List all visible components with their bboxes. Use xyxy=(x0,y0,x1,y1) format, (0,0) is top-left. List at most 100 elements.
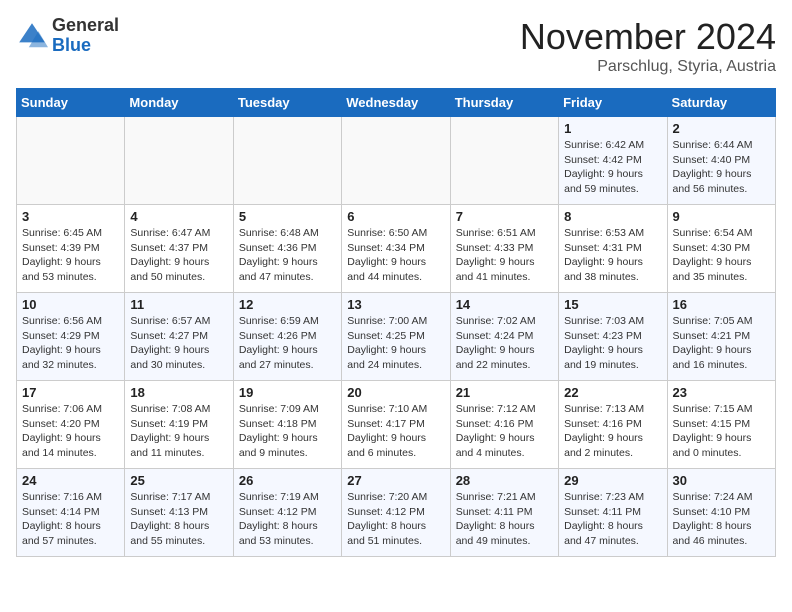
day-cell: 12Sunrise: 6:59 AMSunset: 4:26 PMDayligh… xyxy=(233,293,341,381)
logo-icon xyxy=(16,20,48,52)
day-cell xyxy=(233,117,341,205)
day-number: 22 xyxy=(564,385,661,400)
day-info: Sunrise: 6:51 AMSunset: 4:33 PMDaylight:… xyxy=(456,226,553,285)
day-cell: 15 Sunrise: 7:03 AMSunset: 4:23 PMDayligh… xyxy=(559,293,667,381)
day-cell: 25 Sunrise: 7:17 AMSunset: 4:13 PMDayligh… xyxy=(125,469,233,557)
day-number: 16 xyxy=(673,297,770,312)
day-cell: 10 Sunrise: 6:56 AMSunset: 4:29 PMDayligh… xyxy=(17,293,125,381)
day-info: Sunrise: 6:48 AMSunset: 4:36 PMDaylight:… xyxy=(239,226,336,285)
day-cell: 23Sunrise: 7:15 AMSunset: 4:15 PMDayligh… xyxy=(667,381,775,469)
logo: General Blue xyxy=(16,16,119,56)
day-info: Sunrise: 7:12 AMSunset: 4:16 PMDaylight:… xyxy=(456,402,553,461)
day-number: 2 xyxy=(673,121,770,136)
day-number: 24 xyxy=(22,473,119,488)
day-info: Sunrise: 7:15 AMSunset: 4:15 PMDaylight:… xyxy=(673,402,770,461)
day-info: Sunrise: 7:06 AMSunset: 4:20 PMDaylight:… xyxy=(22,402,119,461)
day-info: Sunrise: 7:05 AMSunset: 4:21 PMDaylight:… xyxy=(673,314,770,373)
day-info: Sunrise: 6:57 AMSunset: 4:27 PMDaylight:… xyxy=(130,314,227,373)
day-number: 27 xyxy=(347,473,444,488)
day-cell: 24 Sunrise: 7:16 AMSunset: 4:14 PMDayligh… xyxy=(17,469,125,557)
day-number: 6 xyxy=(347,209,444,224)
day-number: 10 xyxy=(22,297,119,312)
day-info: Sunrise: 7:21 AMSunset: 4:11 PMDaylight:… xyxy=(456,490,553,549)
page-header: General Blue November 2024 Parschlug, St… xyxy=(16,16,776,76)
day-cell: 30Sunrise: 7:24 AMSunset: 4:10 PMDayligh… xyxy=(667,469,775,557)
day-number: 5 xyxy=(239,209,336,224)
day-info: Sunrise: 6:42 AMSunset: 4:42 PMDaylight:… xyxy=(564,138,661,197)
day-number: 28 xyxy=(456,473,553,488)
day-info: Sunrise: 7:02 AMSunset: 4:24 PMDaylight:… xyxy=(456,314,553,373)
day-info: Sunrise: 7:19 AMSunset: 4:12 PMDaylight:… xyxy=(239,490,336,549)
day-info: Sunrise: 7:08 AMSunset: 4:19 PMDaylight:… xyxy=(130,402,227,461)
month-title: November 2024 xyxy=(520,16,776,58)
day-info: Sunrise: 7:20 AMSunset: 4:12 PMDaylight:… xyxy=(347,490,444,549)
location-title: Parschlug, Styria, Austria xyxy=(520,58,776,76)
logo-general-text: General xyxy=(52,16,119,36)
week-row-5: 24 Sunrise: 7:16 AMSunset: 4:14 PMDayligh… xyxy=(17,469,776,557)
day-number: 26 xyxy=(239,473,336,488)
day-cell xyxy=(17,117,125,205)
day-number: 15 xyxy=(564,297,661,312)
day-number: 13 xyxy=(347,297,444,312)
day-cell: 17 Sunrise: 7:06 AMSunset: 4:20 PMDayligh… xyxy=(17,381,125,469)
day-info: Sunrise: 6:56 AMSunset: 4:29 PMDaylight:… xyxy=(22,314,119,373)
day-number: 14 xyxy=(456,297,553,312)
day-info: Sunrise: 6:45 AMSunset: 4:39 PMDaylight:… xyxy=(22,226,119,285)
day-number: 20 xyxy=(347,385,444,400)
day-number: 7 xyxy=(456,209,553,224)
day-info: Sunrise: 6:50 AMSunset: 4:34 PMDaylight:… xyxy=(347,226,444,285)
day-number: 19 xyxy=(239,385,336,400)
day-number: 11 xyxy=(130,297,227,312)
title-area: November 2024 Parschlug, Styria, Austria xyxy=(520,16,776,76)
week-row-4: 17 Sunrise: 7:06 AMSunset: 4:20 PMDayligh… xyxy=(17,381,776,469)
day-cell: 28 Sunrise: 7:21 AMSunset: 4:11 PMDayligh… xyxy=(450,469,558,557)
day-cell: 26 Sunrise: 7:19 AMSunset: 4:12 PMDayligh… xyxy=(233,469,341,557)
day-cell: 29 Sunrise: 7:23 AMSunset: 4:11 PMDayligh… xyxy=(559,469,667,557)
day-info: Sunrise: 7:16 AMSunset: 4:14 PMDaylight:… xyxy=(22,490,119,549)
day-info: Sunrise: 7:17 AMSunset: 4:13 PMDaylight:… xyxy=(130,490,227,549)
week-row-1: 1Sunrise: 6:42 AMSunset: 4:42 PMDaylight… xyxy=(17,117,776,205)
day-cell: 5 Sunrise: 6:48 AMSunset: 4:36 PMDaylight… xyxy=(233,205,341,293)
calendar-body: 1Sunrise: 6:42 AMSunset: 4:42 PMDaylight… xyxy=(17,117,776,557)
calendar-table: SundayMondayTuesdayWednesdayThursdayFrid… xyxy=(16,88,776,557)
day-number: 29 xyxy=(564,473,661,488)
day-cell: 14 Sunrise: 7:02 AMSunset: 4:24 PMDayligh… xyxy=(450,293,558,381)
day-number: 21 xyxy=(456,385,553,400)
day-cell: 4Sunrise: 6:47 AMSunset: 4:37 PMDaylight… xyxy=(125,205,233,293)
day-cell: 6 Sunrise: 6:50 AMSunset: 4:34 PMDaylight… xyxy=(342,205,450,293)
day-info: Sunrise: 7:13 AMSunset: 4:16 PMDaylight:… xyxy=(564,402,661,461)
logo-text: General Blue xyxy=(52,16,119,56)
day-number: 17 xyxy=(22,385,119,400)
header-cell-friday: Friday xyxy=(559,89,667,117)
day-cell: 7 Sunrise: 6:51 AMSunset: 4:33 PMDaylight… xyxy=(450,205,558,293)
week-row-3: 10 Sunrise: 6:56 AMSunset: 4:29 PMDayligh… xyxy=(17,293,776,381)
day-number: 25 xyxy=(130,473,227,488)
calendar-header: SundayMondayTuesdayWednesdayThursdayFrid… xyxy=(17,89,776,117)
day-number: 12 xyxy=(239,297,336,312)
day-info: Sunrise: 7:00 AMSunset: 4:25 PMDaylight:… xyxy=(347,314,444,373)
day-cell: 9Sunrise: 6:54 AMSunset: 4:30 PMDaylight… xyxy=(667,205,775,293)
day-info: Sunrise: 7:03 AMSunset: 4:23 PMDaylight:… xyxy=(564,314,661,373)
day-cell: 11 Sunrise: 6:57 AMSunset: 4:27 PMDayligh… xyxy=(125,293,233,381)
day-cell xyxy=(125,117,233,205)
day-cell: 1Sunrise: 6:42 AMSunset: 4:42 PMDaylight… xyxy=(559,117,667,205)
day-number: 18 xyxy=(130,385,227,400)
header-row: SundayMondayTuesdayWednesdayThursdayFrid… xyxy=(17,89,776,117)
header-cell-wednesday: Wednesday xyxy=(342,89,450,117)
day-number: 3 xyxy=(22,209,119,224)
day-cell: 16 Sunrise: 7:05 AMSunset: 4:21 PMDayligh… xyxy=(667,293,775,381)
day-cell xyxy=(342,117,450,205)
day-cell xyxy=(450,117,558,205)
day-cell: 21 Sunrise: 7:12 AMSunset: 4:16 PMDayligh… xyxy=(450,381,558,469)
week-row-2: 3 Sunrise: 6:45 AMSunset: 4:39 PMDaylight… xyxy=(17,205,776,293)
day-number: 4 xyxy=(130,209,227,224)
day-info: Sunrise: 6:53 AMSunset: 4:31 PMDaylight:… xyxy=(564,226,661,285)
day-number: 9 xyxy=(673,209,770,224)
day-info: Sunrise: 7:23 AMSunset: 4:11 PMDaylight:… xyxy=(564,490,661,549)
day-cell: 13 Sunrise: 7:00 AMSunset: 4:25 PMDayligh… xyxy=(342,293,450,381)
day-number: 30 xyxy=(673,473,770,488)
header-cell-tuesday: Tuesday xyxy=(233,89,341,117)
day-cell: 3 Sunrise: 6:45 AMSunset: 4:39 PMDaylight… xyxy=(17,205,125,293)
header-cell-thursday: Thursday xyxy=(450,89,558,117)
day-cell: 27 Sunrise: 7:20 AMSunset: 4:12 PMDayligh… xyxy=(342,469,450,557)
